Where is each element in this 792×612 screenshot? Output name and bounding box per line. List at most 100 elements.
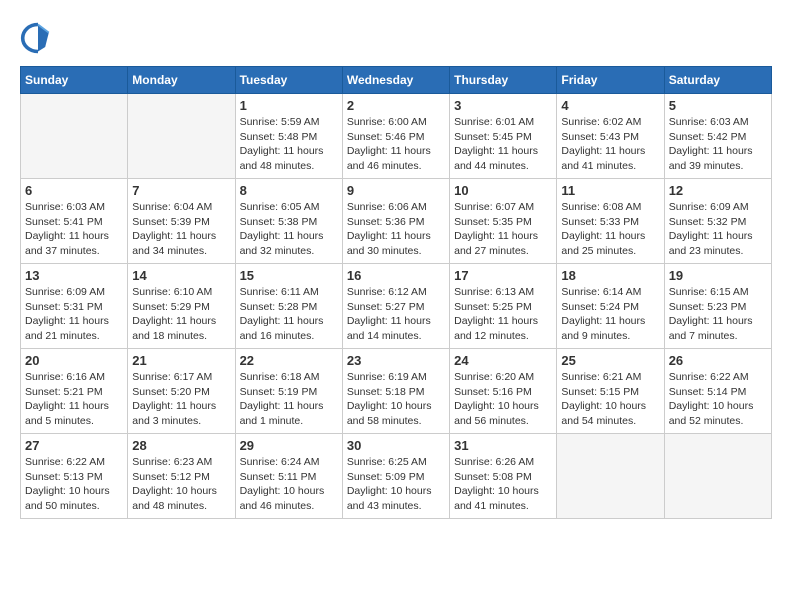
day-info: Sunrise: 6:15 AMSunset: 5:23 PMDaylight:… bbox=[669, 285, 767, 344]
calendar-cell: 8 Sunrise: 6:05 AMSunset: 5:38 PMDaylight… bbox=[235, 179, 342, 264]
calendar-cell bbox=[128, 94, 235, 179]
weekday-header-tuesday: Tuesday bbox=[235, 67, 342, 94]
day-number: 23 bbox=[347, 353, 445, 368]
day-info: Sunrise: 6:16 AMSunset: 5:21 PMDaylight:… bbox=[25, 370, 123, 429]
day-info: Sunrise: 6:08 AMSunset: 5:33 PMDaylight:… bbox=[561, 200, 659, 259]
day-info: Sunrise: 6:22 AMSunset: 5:14 PMDaylight:… bbox=[669, 370, 767, 429]
calendar-cell: 3Sunrise: 6:01 AMSunset: 5:45 PMDaylight… bbox=[450, 94, 557, 179]
logo bbox=[20, 20, 60, 56]
week-row-4: 27Sunrise: 6:22 AMSunset: 5:13 PMDayligh… bbox=[21, 434, 772, 519]
calendar-cell: 18 Sunrise: 6:14 AMSunset: 5:24 PMDayligh… bbox=[557, 264, 664, 349]
day-number: 25 bbox=[561, 353, 659, 368]
day-number: 1 bbox=[240, 98, 338, 113]
calendar-cell: 13 Sunrise: 6:09 AMSunset: 5:31 PMDayligh… bbox=[21, 264, 128, 349]
calendar-cell: 7 Sunrise: 6:04 AMSunset: 5:39 PMDaylight… bbox=[128, 179, 235, 264]
weekday-header-saturday: Saturday bbox=[664, 67, 771, 94]
weekday-header-thursday: Thursday bbox=[450, 67, 557, 94]
day-info: Sunrise: 6:10 AMSunset: 5:29 PMDaylight:… bbox=[132, 285, 230, 344]
week-row-1: 6 Sunrise: 6:03 AMSunset: 5:41 PMDaylight… bbox=[21, 179, 772, 264]
calendar-cell bbox=[557, 434, 664, 519]
calendar-cell: 28 Sunrise: 6:23 AMSunset: 5:12 PMDayligh… bbox=[128, 434, 235, 519]
calendar-cell: 30Sunrise: 6:25 AMSunset: 5:09 PMDayligh… bbox=[342, 434, 449, 519]
calendar-cell: 16 Sunrise: 6:12 AMSunset: 5:27 PMDayligh… bbox=[342, 264, 449, 349]
day-number: 19 bbox=[669, 268, 767, 283]
day-number: 28 bbox=[132, 438, 230, 453]
day-number: 14 bbox=[132, 268, 230, 283]
calendar-header: SundayMondayTuesdayWednesdayThursdayFrid… bbox=[21, 67, 772, 94]
day-number: 12 bbox=[669, 183, 767, 198]
day-info: Sunrise: 6:02 AMSunset: 5:43 PMDaylight:… bbox=[561, 115, 659, 174]
day-number: 16 bbox=[347, 268, 445, 283]
calendar-cell: 6 Sunrise: 6:03 AMSunset: 5:41 PMDaylight… bbox=[21, 179, 128, 264]
day-info: Sunrise: 6:03 AMSunset: 5:42 PMDaylight:… bbox=[669, 115, 767, 174]
calendar-cell: 31 Sunrise: 6:26 AMSunset: 5:08 PMDayligh… bbox=[450, 434, 557, 519]
weekday-header-friday: Friday bbox=[557, 67, 664, 94]
day-number: 9 bbox=[347, 183, 445, 198]
day-number: 5 bbox=[669, 98, 767, 113]
day-info: Sunrise: 6:24 AMSunset: 5:11 PMDaylight:… bbox=[240, 455, 338, 514]
logo-icon bbox=[20, 20, 56, 56]
day-number: 2 bbox=[347, 98, 445, 113]
day-number: 29 bbox=[240, 438, 338, 453]
day-info: Sunrise: 6:23 AMSunset: 5:12 PMDaylight:… bbox=[132, 455, 230, 514]
day-info: Sunrise: 6:09 AMSunset: 5:31 PMDaylight:… bbox=[25, 285, 123, 344]
day-number: 21 bbox=[132, 353, 230, 368]
calendar-cell: 17 Sunrise: 6:13 AMSunset: 5:25 PMDayligh… bbox=[450, 264, 557, 349]
day-info: Sunrise: 6:12 AMSunset: 5:27 PMDaylight:… bbox=[347, 285, 445, 344]
calendar-cell: 2 Sunrise: 6:00 AMSunset: 5:46 PMDaylight… bbox=[342, 94, 449, 179]
day-info: Sunrise: 6:18 AMSunset: 5:19 PMDaylight:… bbox=[240, 370, 338, 429]
calendar-cell: 19 Sunrise: 6:15 AMSunset: 5:23 PMDayligh… bbox=[664, 264, 771, 349]
week-row-2: 13 Sunrise: 6:09 AMSunset: 5:31 PMDayligh… bbox=[21, 264, 772, 349]
weekday-row: SundayMondayTuesdayWednesdayThursdayFrid… bbox=[21, 67, 772, 94]
day-number: 4 bbox=[561, 98, 659, 113]
day-info: Sunrise: 6:06 AMSunset: 5:36 PMDaylight:… bbox=[347, 200, 445, 259]
day-info: Sunrise: 6:19 AMSunset: 5:18 PMDaylight:… bbox=[347, 370, 445, 429]
calendar-cell: 20Sunrise: 6:16 AMSunset: 5:21 PMDayligh… bbox=[21, 349, 128, 434]
day-number: 3 bbox=[454, 98, 552, 113]
calendar-cell: 24Sunrise: 6:20 AMSunset: 5:16 PMDayligh… bbox=[450, 349, 557, 434]
calendar-cell: 1 Sunrise: 5:59 AMSunset: 5:48 PMDaylight… bbox=[235, 94, 342, 179]
day-info: Sunrise: 5:59 AMSunset: 5:48 PMDaylight:… bbox=[240, 115, 338, 174]
calendar-cell: 11 Sunrise: 6:08 AMSunset: 5:33 PMDayligh… bbox=[557, 179, 664, 264]
day-info: Sunrise: 6:03 AMSunset: 5:41 PMDaylight:… bbox=[25, 200, 123, 259]
day-number: 31 bbox=[454, 438, 552, 453]
day-info: Sunrise: 6:05 AMSunset: 5:38 PMDaylight:… bbox=[240, 200, 338, 259]
weekday-header-wednesday: Wednesday bbox=[342, 67, 449, 94]
day-info: Sunrise: 6:11 AMSunset: 5:28 PMDaylight:… bbox=[240, 285, 338, 344]
day-number: 26 bbox=[669, 353, 767, 368]
day-info: Sunrise: 6:09 AMSunset: 5:32 PMDaylight:… bbox=[669, 200, 767, 259]
day-info: Sunrise: 6:14 AMSunset: 5:24 PMDaylight:… bbox=[561, 285, 659, 344]
day-number: 11 bbox=[561, 183, 659, 198]
day-info: Sunrise: 6:17 AMSunset: 5:20 PMDaylight:… bbox=[132, 370, 230, 429]
day-info: Sunrise: 6:00 AMSunset: 5:46 PMDaylight:… bbox=[347, 115, 445, 174]
calendar-body: 1 Sunrise: 5:59 AMSunset: 5:48 PMDaylight… bbox=[21, 94, 772, 519]
week-row-3: 20Sunrise: 6:16 AMSunset: 5:21 PMDayligh… bbox=[21, 349, 772, 434]
day-info: Sunrise: 6:22 AMSunset: 5:13 PMDaylight:… bbox=[25, 455, 123, 514]
day-number: 7 bbox=[132, 183, 230, 198]
day-info: Sunrise: 6:20 AMSunset: 5:16 PMDaylight:… bbox=[454, 370, 552, 429]
calendar-cell: 4 Sunrise: 6:02 AMSunset: 5:43 PMDaylight… bbox=[557, 94, 664, 179]
calendar-cell: 15 Sunrise: 6:11 AMSunset: 5:28 PMDayligh… bbox=[235, 264, 342, 349]
calendar-cell: 10Sunrise: 6:07 AMSunset: 5:35 PMDayligh… bbox=[450, 179, 557, 264]
day-number: 15 bbox=[240, 268, 338, 283]
day-number: 6 bbox=[25, 183, 123, 198]
calendar-cell bbox=[664, 434, 771, 519]
calendar-cell: 27Sunrise: 6:22 AMSunset: 5:13 PMDayligh… bbox=[21, 434, 128, 519]
calendar-cell: 9 Sunrise: 6:06 AMSunset: 5:36 PMDaylight… bbox=[342, 179, 449, 264]
day-info: Sunrise: 6:26 AMSunset: 5:08 PMDaylight:… bbox=[454, 455, 552, 514]
day-info: Sunrise: 6:21 AMSunset: 5:15 PMDaylight:… bbox=[561, 370, 659, 429]
day-number: 22 bbox=[240, 353, 338, 368]
calendar-cell: 25 Sunrise: 6:21 AMSunset: 5:15 PMDayligh… bbox=[557, 349, 664, 434]
day-info: Sunrise: 6:07 AMSunset: 5:35 PMDaylight:… bbox=[454, 200, 552, 259]
day-info: Sunrise: 6:13 AMSunset: 5:25 PMDaylight:… bbox=[454, 285, 552, 344]
day-number: 13 bbox=[25, 268, 123, 283]
week-row-0: 1 Sunrise: 5:59 AMSunset: 5:48 PMDaylight… bbox=[21, 94, 772, 179]
calendar-table: SundayMondayTuesdayWednesdayThursdayFrid… bbox=[20, 66, 772, 519]
day-number: 8 bbox=[240, 183, 338, 198]
day-info: Sunrise: 6:04 AMSunset: 5:39 PMDaylight:… bbox=[132, 200, 230, 259]
day-number: 17 bbox=[454, 268, 552, 283]
calendar-cell: 22 Sunrise: 6:18 AMSunset: 5:19 PMDayligh… bbox=[235, 349, 342, 434]
calendar-cell: 29 Sunrise: 6:24 AMSunset: 5:11 PMDayligh… bbox=[235, 434, 342, 519]
day-number: 18 bbox=[561, 268, 659, 283]
calendar-cell: 14 Sunrise: 6:10 AMSunset: 5:29 PMDayligh… bbox=[128, 264, 235, 349]
